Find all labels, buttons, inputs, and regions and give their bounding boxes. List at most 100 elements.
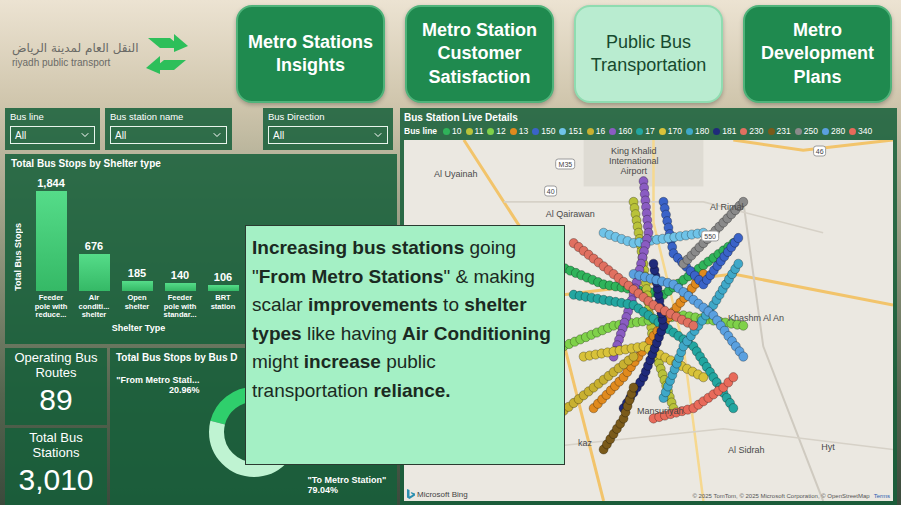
legend-item[interactable]: 10 — [443, 126, 461, 136]
nav-button[interactable]: Metro Development Plans — [743, 5, 892, 103]
legend-dot — [849, 128, 856, 135]
bus-stop-dot[interactable] — [649, 259, 658, 268]
bar-value: 185 — [128, 267, 146, 279]
legend-title: Bus line — [404, 126, 437, 136]
filter-row: Bus line All Bus station name All Bus Direct… — [5, 108, 397, 150]
legend-item[interactable]: 16 — [587, 126, 605, 136]
header: النقل العام لمدينة الرياضriyadh public t… — [0, 0, 901, 106]
bing-logo-icon — [407, 489, 415, 499]
bus-stop-dot[interactable] — [729, 404, 738, 413]
road-shield: 46 — [813, 145, 827, 156]
filter-dropdown[interactable]: All — [110, 126, 227, 144]
legend-dot — [587, 128, 594, 135]
bus-stop-dot[interactable] — [739, 352, 748, 361]
legend-item[interactable]: 180 — [686, 126, 709, 136]
category-label: Feeder pole with standar... — [160, 294, 200, 320]
bus-stop-dot[interactable] — [734, 259, 743, 268]
filter-dropdown[interactable]: All — [10, 126, 95, 144]
legend-item[interactable]: 17 — [636, 126, 654, 136]
kpi-value: 89 — [39, 383, 72, 416]
kpi-card: Operating Bus Routes89 — [5, 348, 107, 425]
plot-area: 1,844676185140106Feeder pole with reduce… — [31, 173, 246, 340]
place-label: King Khalid International Airport — [598, 146, 670, 177]
bar-column: 1,844 — [31, 177, 71, 291]
legend-item[interactable]: 230 — [740, 126, 763, 136]
logo-english: riyadh public transport — [12, 57, 110, 68]
bus-stop-dot[interactable] — [689, 321, 698, 330]
category-row: Feeder pole with reduce...Air conditi...… — [31, 294, 246, 320]
bar[interactable] — [36, 191, 67, 291]
road-shield: 550 — [701, 231, 719, 242]
place-label: Mansuriyah — [637, 406, 684, 416]
legend-item[interactable]: 12 — [487, 126, 505, 136]
place-label: kaz — [578, 438, 592, 448]
legend-dot — [532, 128, 539, 135]
legend-item[interactable]: 150 — [532, 126, 555, 136]
filter-label: Bus station name — [110, 111, 227, 122]
legend-item[interactable]: 151 — [559, 126, 582, 136]
legend-dot — [795, 128, 802, 135]
nav-button[interactable]: Metro Stations Insights — [236, 5, 385, 103]
legend-dot — [443, 128, 450, 135]
bus-stop-dot[interactable] — [629, 352, 638, 361]
legend-item[interactable]: 13 — [510, 126, 528, 136]
bar[interactable] — [165, 283, 196, 291]
place-label: Khashm Al An — [728, 313, 784, 323]
legend-dot — [659, 128, 666, 135]
y-axis: Total Bus Stops — [11, 173, 25, 340]
map-attribution: © 2025 TomTom, © 2025 Microsoft Corporat… — [692, 493, 890, 499]
legend-item[interactable]: 160 — [609, 126, 632, 136]
callout-text: improvements — [308, 294, 438, 315]
legend-item[interactable]: 280 — [822, 126, 845, 136]
kpi-value: 3,010 — [18, 463, 93, 496]
callout-text: to — [438, 294, 464, 315]
filter-label: Bus line — [10, 111, 95, 122]
legend-item[interactable]: 231 — [768, 126, 791, 136]
place-label: Al Qairawan — [546, 209, 595, 219]
bus-stop-dot[interactable] — [729, 373, 738, 382]
callout-text: increase — [304, 351, 381, 372]
legend-item[interactable]: 181 — [713, 126, 736, 136]
chart-title: Total Bus Stops by Shelter type — [11, 158, 391, 169]
chevron-down-icon — [211, 129, 223, 141]
bus-stop-dot[interactable] — [734, 233, 743, 242]
legend-dot — [713, 128, 720, 135]
place-label: Al Sidrah — [728, 445, 765, 455]
callout-text: might — [252, 351, 304, 372]
x-axis-label: Shelter Type — [31, 323, 246, 333]
bing-brand: Microsoft Bing — [407, 489, 468, 499]
legend-item[interactable]: 170 — [659, 126, 682, 136]
bar-value: 1,844 — [37, 177, 65, 189]
callout-text: Increasing bus stations — [252, 237, 464, 258]
bus-stop-dot[interactable] — [699, 373, 708, 382]
nav-button[interactable]: Metro Station Customer Satisfaction — [405, 5, 554, 103]
bar[interactable] — [79, 254, 110, 291]
terms-link[interactable]: Terms — [874, 493, 890, 499]
map-legend: Bus line 10 1112 13 150 151 16 160 17 170 180 181 23… — [404, 126, 893, 136]
category-label: Air conditi... shelter — [74, 294, 114, 320]
chevron-down-icon — [79, 129, 91, 141]
legend-dot — [559, 128, 566, 135]
slice-label: "To Metro Station"79.04% — [304, 475, 392, 501]
kpi-label: Operating Bus Routes — [9, 351, 103, 381]
filter-label: Bus Direction — [268, 111, 388, 122]
kpi-column: Operating Bus Routes89Total Bus Stations… — [5, 348, 107, 505]
category-label: BRT station — [203, 294, 243, 320]
bar[interactable] — [122, 281, 153, 291]
legend-item[interactable]: 11 — [466, 126, 484, 136]
bus-stop-dot[interactable] — [629, 383, 638, 392]
category-label: Feeder pole with reduce... — [31, 294, 71, 320]
logo-arrows-icon — [144, 34, 190, 74]
filter-dropdown[interactable]: All — [268, 126, 388, 144]
legend-item[interactable]: 340 — [849, 126, 872, 136]
place-label: Hyt — [821, 442, 835, 452]
nav-button[interactable]: Public Bus Transportation — [574, 5, 723, 103]
place-label: Al Rimal — [710, 202, 744, 212]
chevron-down-icon — [372, 129, 384, 141]
bars-row: 1,844676185140106 — [31, 173, 246, 291]
road-shield: M35 — [556, 158, 576, 169]
bar-column: 140 — [160, 269, 200, 291]
legend-dot — [466, 128, 473, 135]
bar[interactable] — [208, 285, 239, 291]
legend-item[interactable]: 250 — [795, 126, 818, 136]
